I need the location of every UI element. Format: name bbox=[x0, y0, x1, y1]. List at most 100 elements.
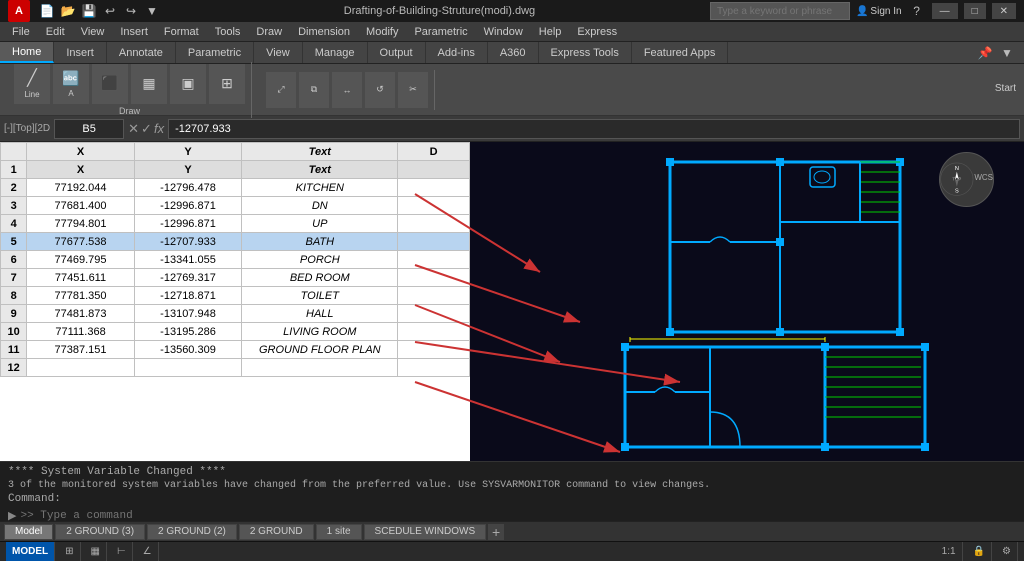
cell[interactable]: -12996.871 bbox=[134, 197, 242, 215]
cell[interactable]: 77794.801 bbox=[27, 215, 135, 233]
search-input[interactable] bbox=[710, 2, 850, 20]
rotate-button[interactable]: ↺ bbox=[365, 72, 395, 108]
trim-button[interactable]: ✂ bbox=[398, 72, 428, 108]
cell[interactable]: -13107.948 bbox=[134, 305, 242, 323]
move-button[interactable]: ⤢ bbox=[266, 72, 296, 108]
open-button[interactable]: 📂 bbox=[59, 2, 77, 20]
new-button[interactable]: 📄 bbox=[38, 2, 56, 20]
cell[interactable]: HALL bbox=[242, 305, 398, 323]
tab-a360[interactable]: A360 bbox=[488, 42, 539, 63]
tab-2ground2[interactable]: 2 GROUND (2) bbox=[147, 524, 237, 540]
tab-featured-apps[interactable]: Featured Apps bbox=[632, 42, 729, 63]
cell[interactable]: 77192.044 bbox=[27, 179, 135, 197]
row-number[interactable]: 10 bbox=[1, 323, 27, 341]
menu-parametric[interactable]: Parametric bbox=[406, 22, 475, 41]
cell[interactable] bbox=[398, 359, 470, 377]
ribbon-dropdown-button[interactable]: ▼ bbox=[998, 44, 1016, 62]
ribbon-pin-button[interactable]: 📌 bbox=[976, 44, 994, 62]
table-row[interactable]: 1XYText bbox=[1, 161, 470, 179]
tab-2ground[interactable]: 2 GROUND bbox=[239, 524, 314, 540]
status-scale[interactable]: 1:1 bbox=[936, 542, 963, 561]
row-number[interactable]: 2 bbox=[1, 179, 27, 197]
cell[interactable]: BATH bbox=[242, 233, 398, 251]
cell[interactable]: 77781.350 bbox=[27, 287, 135, 305]
cell[interactable]: 77387.151 bbox=[27, 341, 135, 359]
cell[interactable]: TOILET bbox=[242, 287, 398, 305]
row-number[interactable]: 4 bbox=[1, 215, 27, 233]
tab-model[interactable]: Model bbox=[4, 524, 53, 540]
add-tab-button[interactable]: + bbox=[488, 524, 504, 540]
tab-1site[interactable]: 1 site bbox=[316, 524, 362, 540]
tab-annotate[interactable]: Annotate bbox=[107, 42, 176, 63]
table-row[interactable]: 777451.611-12769.317BED ROOM bbox=[1, 269, 470, 287]
cell[interactable] bbox=[134, 359, 242, 377]
minimize-button[interactable]: — bbox=[932, 3, 958, 19]
tab-schedule[interactable]: SCEDULE WINDOWS bbox=[364, 524, 487, 540]
cell[interactable] bbox=[398, 233, 470, 251]
tab-manage[interactable]: Manage bbox=[303, 42, 368, 63]
status-workspace[interactable]: ⚙ bbox=[996, 542, 1018, 561]
tab-view[interactable]: View bbox=[254, 42, 303, 63]
row-number[interactable]: 6 bbox=[1, 251, 27, 269]
cell[interactable]: 77677.538 bbox=[27, 233, 135, 251]
cell[interactable]: DN bbox=[242, 197, 398, 215]
tab-output[interactable]: Output bbox=[368, 42, 426, 63]
cell[interactable]: X bbox=[27, 161, 135, 179]
row-number[interactable]: 5 bbox=[1, 233, 27, 251]
polyline-button[interactable]: 🔤 A bbox=[53, 64, 89, 104]
cell[interactable]: LIVING ROOM bbox=[242, 323, 398, 341]
close-button[interactable]: ✕ bbox=[992, 3, 1016, 19]
cell[interactable]: -12718.871 bbox=[134, 287, 242, 305]
menu-format[interactable]: Format bbox=[156, 22, 207, 41]
cancel-formula-icon[interactable]: ✕ bbox=[128, 121, 139, 137]
cad-canvas[interactable]: N S TOP WCS bbox=[470, 142, 1024, 461]
line-button[interactable]: ╱ Line bbox=[14, 64, 50, 104]
menu-edit[interactable]: Edit bbox=[38, 22, 73, 41]
cell[interactable] bbox=[398, 305, 470, 323]
formula-input[interactable] bbox=[168, 119, 1020, 139]
cell[interactable]: 77481.873 bbox=[27, 305, 135, 323]
cell[interactable]: Text bbox=[242, 161, 398, 179]
table-row[interactable]: 477794.801-12996.871UP bbox=[1, 215, 470, 233]
menu-view[interactable]: View bbox=[73, 22, 113, 41]
cell[interactable]: 77111.368 bbox=[27, 323, 135, 341]
tab-parametric[interactable]: Parametric bbox=[176, 42, 254, 63]
sign-in-button[interactable]: 👤 Sign In bbox=[856, 6, 902, 17]
cell[interactable]: 77469.795 bbox=[27, 251, 135, 269]
table-row[interactable]: 377681.400-12996.871DN bbox=[1, 197, 470, 215]
cell[interactable] bbox=[242, 359, 398, 377]
cell[interactable]: BED ROOM bbox=[242, 269, 398, 287]
status-ortho[interactable]: ⊢ bbox=[111, 542, 133, 561]
cell[interactable]: GROUND FLOOR PLAN bbox=[242, 341, 398, 359]
tab-2ground3[interactable]: 2 GROUND (3) bbox=[55, 524, 145, 540]
table-row[interactable]: 977481.873-13107.948HALL bbox=[1, 305, 470, 323]
cell[interactable] bbox=[398, 341, 470, 359]
row-number[interactable]: 1 bbox=[1, 161, 27, 179]
cell[interactable]: Y bbox=[134, 161, 242, 179]
menu-draw[interactable]: Draw bbox=[248, 22, 290, 41]
table-row[interactable]: 577677.538-12707.933BATH bbox=[1, 233, 470, 251]
row-number[interactable]: 8 bbox=[1, 287, 27, 305]
copy-button[interactable]: ⧉ bbox=[299, 72, 329, 108]
function-icon[interactable]: fx bbox=[154, 121, 164, 137]
menu-dimension[interactable]: Dimension bbox=[290, 22, 358, 41]
cell[interactable] bbox=[27, 359, 135, 377]
save-button[interactable]: 💾 bbox=[80, 2, 98, 20]
cell[interactable]: KITCHEN bbox=[242, 179, 398, 197]
cell[interactable]: -13341.055 bbox=[134, 251, 242, 269]
table-row[interactable]: 12 bbox=[1, 359, 470, 377]
table-row[interactable]: 1177387.151-13560.309GROUND FLOOR PLAN bbox=[1, 341, 470, 359]
cell[interactable] bbox=[398, 161, 470, 179]
cell[interactable]: -12796.478 bbox=[134, 179, 242, 197]
table-row[interactable]: 677469.795-13341.055PORCH bbox=[1, 251, 470, 269]
cell[interactable]: PORCH bbox=[242, 251, 398, 269]
status-snap[interactable]: ▦ bbox=[85, 542, 107, 561]
help-button[interactable]: ? bbox=[908, 2, 926, 20]
row-number[interactable]: 3 bbox=[1, 197, 27, 215]
cell[interactable] bbox=[398, 215, 470, 233]
menu-window[interactable]: Window bbox=[476, 22, 531, 41]
redo-button[interactable]: ↪ bbox=[122, 2, 140, 20]
table-row[interactable]: 277192.044-12796.478KITCHEN bbox=[1, 179, 470, 197]
command-input-field[interactable] bbox=[20, 510, 1016, 522]
cell[interactable]: -12996.871 bbox=[134, 215, 242, 233]
